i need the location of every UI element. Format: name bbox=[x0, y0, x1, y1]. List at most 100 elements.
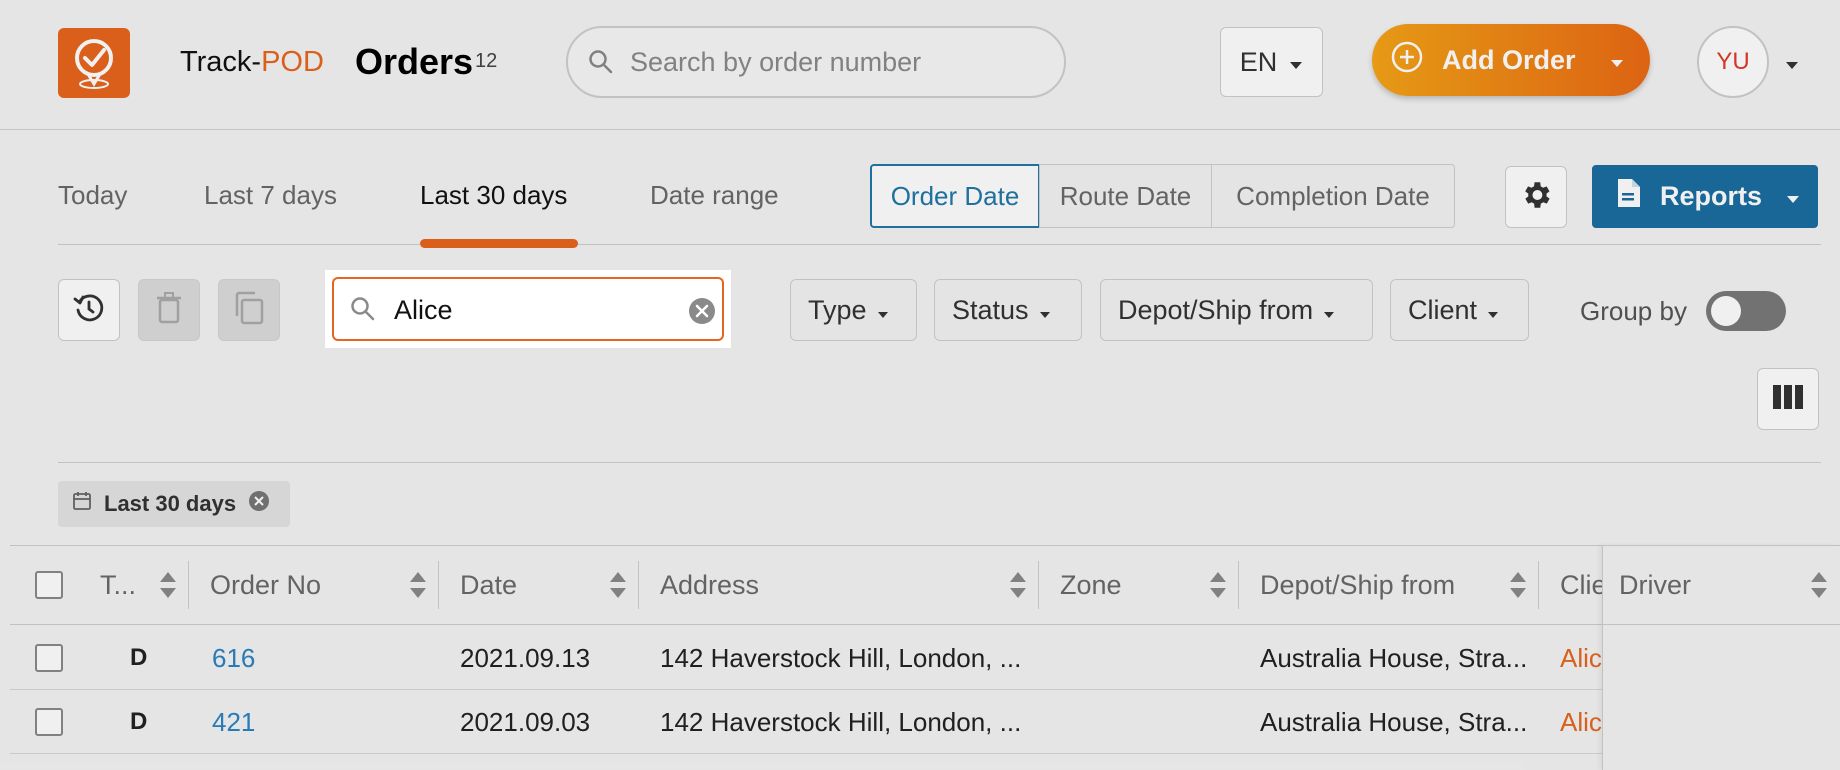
copy-button[interactable] bbox=[218, 279, 280, 341]
column-header-zone[interactable]: Zone bbox=[1060, 546, 1240, 624]
order-date-cell: 2021.09.03 bbox=[460, 706, 591, 737]
table-row[interactable]: D 616 2021.09.13 142 Haverstock Hill, Lo… bbox=[10, 626, 1840, 690]
caret-down-icon bbox=[1487, 295, 1499, 326]
sort-icon[interactable] bbox=[158, 570, 178, 607]
page-title: Orders bbox=[355, 41, 474, 82]
order-depot-cell: Australia House, Stra... bbox=[1260, 642, 1528, 673]
column-header-label: Date bbox=[460, 569, 518, 600]
client-search-input[interactable] bbox=[394, 291, 664, 329]
column-divider[interactable] bbox=[188, 561, 189, 609]
column-header-address[interactable]: Address bbox=[660, 546, 1040, 624]
add-order-button[interactable]: Add Order bbox=[1372, 24, 1650, 96]
order-driver-cell bbox=[1619, 626, 1819, 690]
tab-last-30-days[interactable]: Last 30 days bbox=[420, 180, 567, 211]
order-driver-cell bbox=[1619, 690, 1819, 754]
filters-divider bbox=[58, 462, 1821, 463]
column-settings-button[interactable] bbox=[1757, 368, 1819, 430]
search-icon bbox=[350, 296, 376, 327]
language-selector[interactable]: EN bbox=[1220, 27, 1323, 97]
brand-name: Track-POD bbox=[180, 46, 324, 79]
column-header-depot[interactable]: Depot/Ship from bbox=[1260, 546, 1540, 624]
route-date-toggle[interactable]: Route Date bbox=[1039, 164, 1212, 228]
column-header-order-no[interactable]: Order No bbox=[210, 546, 440, 624]
order-search-input[interactable] bbox=[630, 42, 1050, 82]
depot-filter-label: Depot/Ship from bbox=[1118, 294, 1314, 325]
column-header-label: T... bbox=[100, 569, 137, 600]
client-filter-dropdown[interactable]: Client bbox=[1390, 279, 1529, 341]
sort-icon[interactable] bbox=[1809, 570, 1829, 607]
sort-icon[interactable] bbox=[1508, 570, 1528, 607]
order-search-box[interactable] bbox=[566, 26, 1066, 98]
tab-date-range[interactable]: Date range bbox=[650, 180, 779, 211]
trash-icon bbox=[156, 291, 182, 329]
column-header-label: Clie bbox=[1560, 569, 1607, 600]
tab-today[interactable]: Today bbox=[58, 180, 127, 211]
sort-icon[interactable] bbox=[608, 570, 628, 607]
status-filter-label: Status bbox=[952, 294, 1029, 325]
chevron-down-icon bbox=[1289, 47, 1303, 78]
user-avatar[interactable]: YU bbox=[1697, 26, 1769, 98]
column-header-driver[interactable]: Driver bbox=[1603, 545, 1840, 625]
order-address-cell: 142 Haverstock Hill, London, ... bbox=[660, 642, 1022, 673]
sort-icon[interactable] bbox=[1208, 570, 1228, 607]
column-header-label: Zone bbox=[1060, 569, 1122, 600]
client-search-field[interactable] bbox=[332, 277, 724, 341]
client-filter-label: Client bbox=[1408, 294, 1478, 325]
language-label: EN bbox=[1239, 46, 1278, 77]
type-filter-dropdown[interactable]: Type bbox=[790, 279, 917, 341]
chevron-down-icon[interactable] bbox=[1610, 45, 1624, 76]
order-type-cell: D bbox=[130, 644, 148, 671]
remove-chip-icon[interactable] bbox=[248, 490, 270, 518]
order-address-cell: 142 Haverstock Hill, London, ... bbox=[660, 706, 1022, 737]
columns-icon bbox=[1772, 384, 1804, 415]
column-header-type[interactable]: T... bbox=[100, 546, 190, 624]
column-header-label: Driver bbox=[1619, 569, 1691, 600]
row-checkbox[interactable] bbox=[35, 644, 63, 672]
order-number-link[interactable]: 616 bbox=[212, 626, 412, 690]
delete-button[interactable] bbox=[138, 279, 200, 341]
tabs-divider bbox=[58, 244, 1821, 245]
completion-date-toggle[interactable]: Completion Date bbox=[1211, 164, 1455, 228]
toggle-knob bbox=[1711, 296, 1741, 326]
column-header-label: Address bbox=[660, 569, 760, 600]
chevron-down-icon[interactable] bbox=[1785, 58, 1799, 76]
order-number-link[interactable]: 421 bbox=[212, 690, 412, 754]
order-date-toggle[interactable]: Order Date bbox=[870, 164, 1040, 228]
settings-button[interactable] bbox=[1505, 166, 1567, 228]
calendar-icon bbox=[72, 491, 92, 517]
active-tab-indicator bbox=[420, 239, 578, 248]
refresh-button[interactable] bbox=[58, 279, 120, 341]
brand-prefix: Track- bbox=[180, 46, 262, 78]
column-header-label: Depot/Ship from bbox=[1260, 569, 1456, 600]
orders-table-header: T... Order No Date Address Zone Depot/Sh… bbox=[10, 545, 1840, 625]
client-search-box[interactable] bbox=[325, 270, 731, 348]
depot-filter-dropdown[interactable]: Depot/Ship from bbox=[1100, 279, 1373, 341]
column-divider[interactable] bbox=[1538, 561, 1539, 609]
refresh-icon bbox=[72, 291, 106, 330]
reports-label: Reports bbox=[1660, 181, 1763, 211]
add-order-label: Add Order bbox=[1442, 44, 1576, 75]
column-divider[interactable] bbox=[438, 561, 439, 609]
caret-down-icon bbox=[1323, 295, 1335, 326]
column-divider[interactable] bbox=[1038, 561, 1039, 609]
type-filter-label: Type bbox=[808, 294, 867, 325]
status-filter-dropdown[interactable]: Status bbox=[934, 279, 1082, 341]
row-checkbox[interactable] bbox=[35, 708, 63, 736]
column-header-date[interactable]: Date bbox=[460, 546, 640, 624]
column-divider[interactable] bbox=[638, 561, 639, 609]
sort-icon[interactable] bbox=[408, 570, 428, 607]
column-header-label: Order No bbox=[210, 569, 322, 600]
order-count-badge: 12 bbox=[475, 50, 498, 72]
select-all-checkbox[interactable] bbox=[35, 571, 63, 599]
group-by-toggle[interactable] bbox=[1706, 291, 1786, 331]
chevron-down-icon bbox=[1786, 181, 1800, 212]
column-divider[interactable] bbox=[1238, 561, 1239, 609]
track-pod-logo-icon[interactable] bbox=[58, 28, 130, 98]
gear-icon bbox=[1519, 178, 1553, 217]
sort-icon[interactable] bbox=[1008, 570, 1028, 607]
reports-button[interactable]: Reports bbox=[1592, 165, 1818, 228]
table-row[interactable]: D 421 2021.09.03 142 Haverstock Hill, Lo… bbox=[10, 690, 1840, 754]
search-icon bbox=[588, 49, 614, 80]
clear-search-icon[interactable] bbox=[688, 297, 716, 330]
tab-last-7-days[interactable]: Last 7 days bbox=[204, 180, 337, 211]
